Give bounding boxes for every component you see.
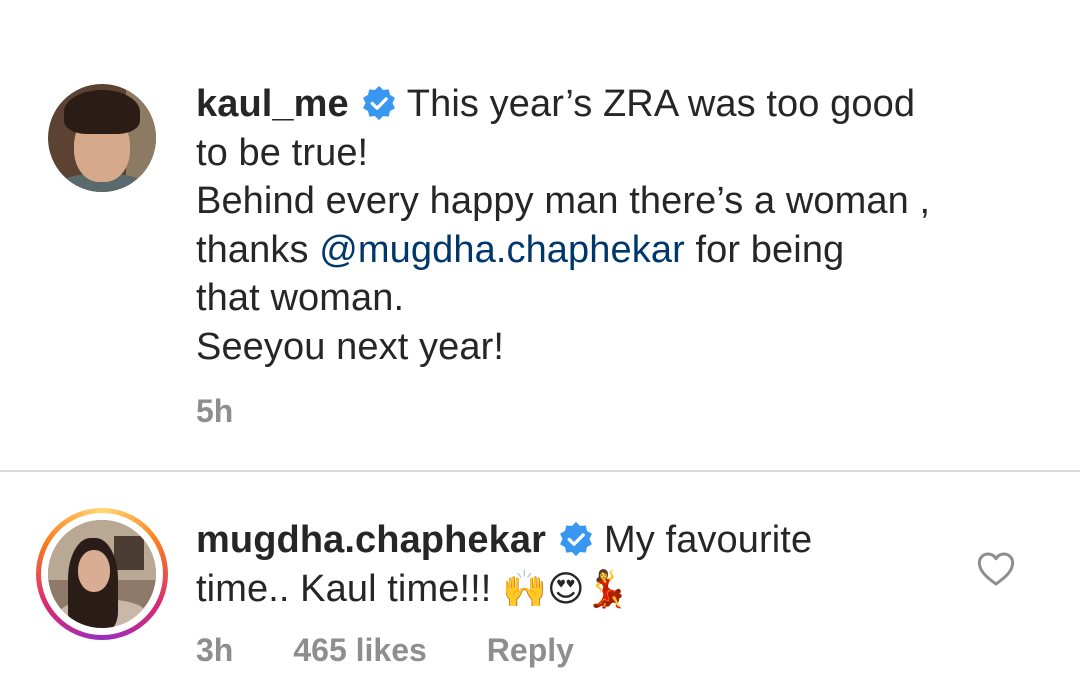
divider [0,470,1080,472]
caption-line-2: to be true! [196,131,369,174]
caption-line-4-start: thanks [196,228,320,271]
comment-text: mugdha.chaphekar My favourite time.. Kaul… [196,516,936,614]
caption-timestamp: 5h [196,393,234,429]
story-ring[interactable] [36,508,168,640]
caption-line-4-end: for being [684,228,845,271]
caption-line-5: that woman. [196,277,405,319]
caption-section: kaul_me This year’s ZRA was too good to b… [0,0,1080,470]
avatar-hair [64,90,140,134]
mention-link[interactable]: @mugdha.chaphekar [319,229,685,271]
comment-line-1: My favourite [604,519,813,561]
caption-line-3: Behind every happy man there’s a woman , [196,180,931,222]
avatar-frame [114,536,144,570]
avatar[interactable] [48,84,156,192]
comment-meta-row: 3h 465 likes Reply [196,632,574,669]
caption-line-6: Seeyou next year! [196,325,505,368]
caption-text: kaul_me This year’s ZRA was too good to b… [196,80,996,371]
heart-outline-icon[interactable] [976,550,1016,588]
comment-username[interactable]: mugdha.chaphekar [196,519,546,561]
emoji-group: 🙌😍💃 [502,568,630,610]
likes-count[interactable]: 465 likes [293,632,426,669]
reply-button[interactable]: Reply [487,632,574,669]
avatar[interactable] [48,520,156,628]
comment-timestamp: 3h [196,632,234,668]
verified-badge-icon [560,521,592,557]
comment-line-2: time.. Kaul time!!! [196,567,503,610]
caption-line-1: This year’s ZRA was too good [406,83,916,125]
caption-username[interactable]: kaul_me [196,83,349,125]
verified-badge-icon [362,85,395,121]
avatar-face [78,550,110,592]
